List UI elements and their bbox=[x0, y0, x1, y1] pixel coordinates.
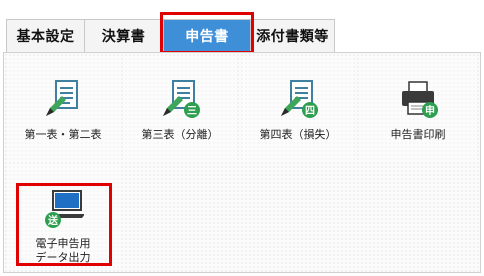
document-pen-three-icon: 三 bbox=[163, 80, 200, 118]
menu-item-label: 第三表（分離） bbox=[141, 128, 219, 141]
document-pen-four-icon: 四 bbox=[281, 80, 318, 118]
menu-item-form-3[interactable]: 三 第三表（分離） bbox=[124, 56, 236, 160]
menu-item-label: 申告書印刷 bbox=[390, 128, 446, 141]
menu-item-forms-1-2[interactable]: 第一表・第二表 bbox=[7, 56, 119, 160]
menu-item-e-filing-export[interactable]: 送 電子申告用 データ出力 bbox=[7, 165, 119, 269]
svg-text:申: 申 bbox=[425, 104, 435, 117]
svg-text:送: 送 bbox=[47, 214, 59, 227]
tab-bar: 基本設定 決算書 申告書 添付書類等 bbox=[0, 0, 484, 54]
tab-tax-return[interactable]: 申告書 bbox=[163, 19, 251, 52]
printer-icon: 申 bbox=[402, 81, 438, 118]
menu-item-form-4[interactable]: 四 第四表（損失） bbox=[242, 56, 354, 160]
tab-attachments[interactable]: 添付書類等 bbox=[250, 19, 335, 52]
document-pen-icon bbox=[46, 80, 78, 116]
tab-basic-settings[interactable]: 基本設定 bbox=[6, 19, 85, 52]
svg-text:三: 三 bbox=[187, 105, 197, 117]
menu-panel: 第一表・第二表 三 第三表（分離） 四 第四表（損失） 申 申告書印刷 送 電子… bbox=[3, 52, 481, 273]
tab-financial-statements[interactable]: 決算書 bbox=[84, 19, 163, 52]
menu-item-print-return[interactable]: 申 申告書印刷 bbox=[360, 56, 476, 160]
menu-item-label: 第一表・第二表 bbox=[24, 128, 102, 141]
menu-item-label: 電子申告用 データ出力 bbox=[35, 237, 91, 264]
svg-text:四: 四 bbox=[305, 105, 315, 117]
menu-item-label: 第四表（損失） bbox=[259, 128, 337, 141]
laptop-send-icon: 送 bbox=[45, 190, 84, 228]
